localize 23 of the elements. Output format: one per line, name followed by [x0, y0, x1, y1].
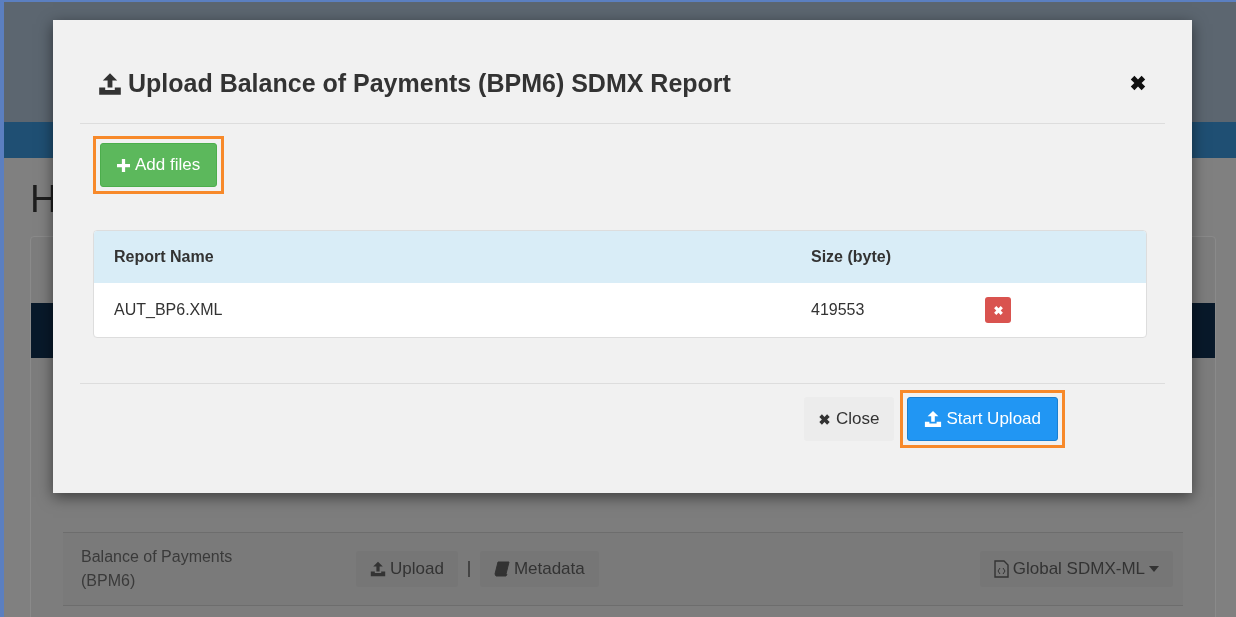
report-name: Balance of Payments (BPM6): [81, 547, 234, 591]
book-icon: [493, 561, 510, 577]
close-icon: [992, 304, 1004, 316]
table-cell-text: AUT_BP6.XML: [114, 301, 224, 319]
column-header: Report Name: [114, 248, 215, 266]
start-upload-button[interactable]: Start Upload: [906, 397, 1058, 441]
plus-icon: [117, 158, 130, 172]
delete-button[interactable]: [985, 297, 1011, 323]
close-button[interactable]: Close: [804, 397, 894, 441]
table-cell-text: 419553: [811, 301, 866, 319]
document-icon: [993, 560, 1009, 578]
dialog-title: Upload Balance of Payments (BPM6) SDMX Report: [128, 69, 731, 98]
upload-icon: [923, 410, 942, 428]
caret-icon: [1149, 566, 1159, 572]
close-icon: [818, 412, 832, 426]
column-header: Size (byte): [811, 248, 892, 266]
upload-icon: [98, 71, 122, 96]
action-button[interactable]: Upload: [356, 551, 458, 587]
action-button[interactable]: Metadata: [479, 551, 599, 587]
format-dropdown[interactable]: Global SDMX-ML: [979, 551, 1173, 587]
add-files-button[interactable]: Add files: [100, 143, 218, 187]
close-icon: [1129, 74, 1147, 92]
upload-icon: [370, 561, 386, 577]
